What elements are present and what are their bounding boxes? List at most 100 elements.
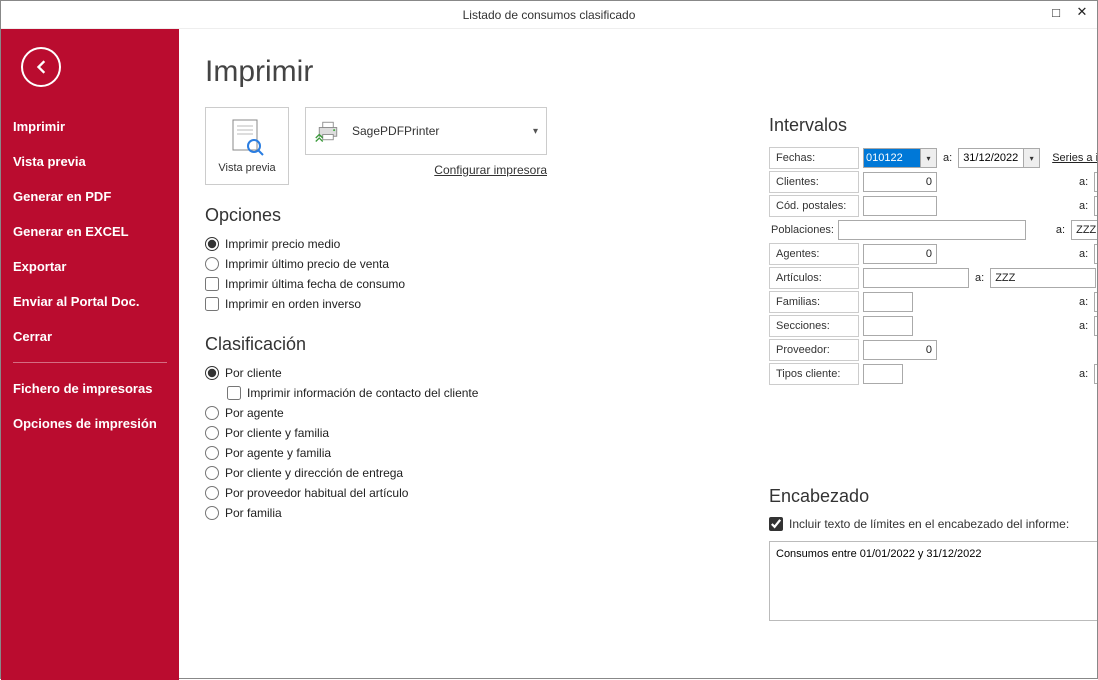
check-incluir-limites[interactable] [769,517,783,531]
sidebar-label: Generar en PDF [13,189,111,204]
clientes-to-input[interactable] [1094,172,1097,192]
fechas-to-combo[interactable]: ▾ [958,148,1040,168]
secciones-to-input[interactable] [1094,316,1097,336]
clientes-label: Clientes: [769,171,859,193]
printer-name: SagePDFPrinter [352,124,439,138]
radio-precio-medio[interactable] [205,237,219,251]
encabezado-title: Encabezado [769,486,1097,507]
tiposcli-from-input[interactable] [863,364,903,384]
printer-select[interactable]: SagePDFPrinter ▾ [305,107,547,155]
sidebar-item-cerrar[interactable]: Cerrar [1,319,179,354]
opt-label[interactable]: Por cliente [225,366,282,380]
sidebar-item-exportar[interactable]: Exportar [1,249,179,284]
vista-previa-label: Vista previa [218,162,275,174]
opt-label[interactable]: Imprimir en orden inverso [225,297,361,311]
back-button[interactable] [21,47,61,87]
chevron-down-icon[interactable]: ▾ [1023,149,1039,167]
vista-previa-button[interactable]: Vista previa [205,107,289,185]
opt-label[interactable]: Imprimir última fecha de consumo [225,277,405,291]
close-icon[interactable]: ✕ [1075,5,1089,19]
radio-por-cliente[interactable] [205,366,219,380]
main-content: Imprimir Vista previa [179,29,1097,680]
a-label: a: [941,152,954,164]
familias-label: Familias: [769,291,859,313]
opt-label[interactable]: Por agente y familia [225,446,331,460]
sidebar-item-generar-excel[interactable]: Generar en EXCEL [1,214,179,249]
opt-label[interactable]: Por cliente y familia [225,426,329,440]
sidebar-label: Exportar [13,259,66,274]
poblaciones-to-input[interactable] [1071,220,1097,240]
check-ultima-fecha[interactable] [205,277,219,291]
opt-label[interactable]: Por agente [225,406,284,420]
sidebar-label: Vista previa [13,154,86,169]
sidebar-item-enviar-portal[interactable]: Enviar al Portal Doc. [1,284,179,319]
configurar-impresora-link[interactable]: Configurar impresora [434,163,547,177]
articulos-label: Artículos: [769,267,859,289]
title-bar: Listado de consumos clasificado □ ✕ [1,1,1097,29]
secciones-from-input[interactable] [863,316,913,336]
a-label: a: [1077,248,1090,260]
articulos-from-input[interactable] [863,268,969,288]
sidebar-item-vista-previa[interactable]: Vista previa [1,144,179,179]
articulos-to-input[interactable] [990,268,1096,288]
familias-to-input[interactable] [1094,292,1097,312]
agentes-from-input[interactable] [863,244,937,264]
opt-label[interactable]: Por cliente y dirección de entrega [225,466,403,480]
fechas-from-input[interactable] [864,149,920,167]
sidebar-label: Imprimir [13,119,65,134]
fechas-from-combo[interactable]: ▾ [863,148,937,168]
radio-por-agente-familia[interactable] [205,446,219,460]
sidebar-label: Enviar al Portal Doc. [13,294,139,309]
incluir-limites-label[interactable]: Incluir texto de límites en el encabezad… [789,517,1069,531]
window-title: Listado de consumos clasificado [463,8,636,22]
radio-por-agente[interactable] [205,406,219,420]
a-label: a: [1077,176,1090,188]
opt-label[interactable]: Imprimir información de contacto del cli… [247,386,478,400]
fechas-label: Fechas: [769,147,859,169]
chevron-down-icon[interactable]: ▾ [920,149,936,167]
poblaciones-label: Poblaciones: [769,224,834,236]
clientes-from-input[interactable] [863,172,937,192]
radio-por-cliente-direccion[interactable] [205,466,219,480]
encabezado-textarea[interactable] [769,541,1097,621]
secciones-label: Secciones: [769,315,859,337]
sidebar-label: Fichero de impresoras [13,381,152,396]
maximize-icon[interactable]: □ [1049,5,1063,19]
proveedor-label: Proveedor: [769,339,859,361]
familias-from-input[interactable] [863,292,913,312]
sidebar-item-fichero-impresoras[interactable]: Fichero de impresoras [1,371,179,406]
arrow-left-icon [31,57,51,77]
sidebar-label: Cerrar [13,329,52,344]
check-orden-inverso[interactable] [205,297,219,311]
opt-label[interactable]: Imprimir último precio de venta [225,257,389,271]
tiposcli-to-input[interactable] [1094,364,1097,384]
codpost-from-input[interactable] [863,196,937,216]
a-label: a: [973,272,986,284]
proveedor-from-input[interactable] [863,340,937,360]
fechas-to-input[interactable] [959,149,1023,167]
series-imprimir-link[interactable]: Series a imprimir: [1052,152,1097,164]
opt-label[interactable]: Imprimir precio medio [225,237,340,251]
a-label: a: [1077,200,1090,212]
opt-label[interactable]: Por familia [225,506,282,520]
sidebar-item-generar-pdf[interactable]: Generar en PDF [1,179,179,214]
sidebar-item-imprimir[interactable]: Imprimir [1,109,179,144]
a-label: a: [1054,224,1067,236]
codpost-to-input[interactable] [1094,196,1097,216]
radio-por-cliente-familia[interactable] [205,426,219,440]
sidebar-label: Generar en EXCEL [13,224,129,239]
opt-label[interactable]: Por proveedor habitual del artículo [225,486,408,500]
sidebar-item-opciones-impresion[interactable]: Opciones de impresión [1,406,179,441]
sidebar-divider [13,362,167,363]
intervalos-title: Intervalos [769,115,1097,136]
tipos-cliente-label: Tipos cliente: [769,363,859,385]
sidebar-label: Opciones de impresión [13,416,157,431]
poblaciones-from-input[interactable] [838,220,1026,240]
document-preview-icon [229,118,265,158]
radio-ultimo-precio[interactable] [205,257,219,271]
agentes-to-input[interactable] [1094,244,1097,264]
a-label: a: [1077,320,1090,332]
check-info-contacto[interactable] [227,386,241,400]
radio-por-proveedor[interactable] [205,486,219,500]
radio-por-familia[interactable] [205,506,219,520]
